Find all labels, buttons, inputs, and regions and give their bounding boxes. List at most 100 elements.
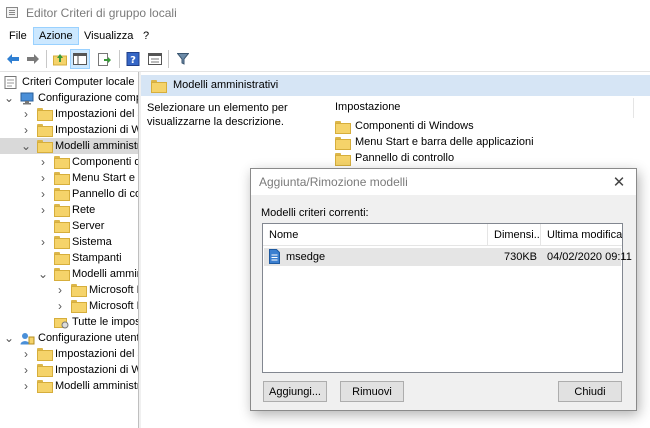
close-button[interactable]: Chiudi (558, 381, 622, 402)
tree-item[interactable]: › Menu Start e barra delle applicazioni (0, 170, 138, 186)
settings-folder-icon (54, 316, 69, 329)
folder-icon (54, 188, 70, 201)
title-bar: Editor Criteri di gruppo locali (0, 0, 650, 26)
tree-item[interactable]: › Componenti di Windows (0, 154, 138, 170)
folder-icon (54, 204, 70, 217)
tree-item[interactable]: Tutte le impostazioni (0, 314, 138, 330)
close-icon[interactable]: ✕ (608, 171, 630, 193)
chevron-right-icon[interactable]: › (55, 298, 65, 314)
tree-item-label: Modelli amministrativi (55, 380, 138, 392)
tree-item[interactable]: › Rete (0, 202, 138, 218)
svg-text:?: ? (130, 55, 136, 66)
folder-icon (335, 121, 351, 134)
tree-item-label: Pannello di controllo (72, 188, 138, 200)
tree-item-label: Impostazioni di Windows (55, 124, 138, 136)
folder-icon (54, 268, 70, 281)
tree-item-label: Impostazioni del software (55, 108, 138, 120)
policy-icon (4, 76, 18, 89)
tree-item[interactable]: ⌄ Configurazione computer (0, 90, 138, 106)
tree-item-label: Server (72, 220, 105, 232)
show-hide-tree-icon[interactable] (70, 49, 90, 69)
window-title: Editor Criteri di gruppo locali (26, 6, 177, 20)
setting-item-label: Pannello di controllo (355, 152, 455, 164)
chevron-right-icon[interactable]: › (21, 362, 31, 378)
folder-icon (54, 236, 70, 249)
table-row[interactable]: msedge 730KB 04/02/2020 09:11 (264, 248, 632, 266)
column-header-name[interactable]: Nome (263, 224, 488, 246)
toolbar-separator (46, 50, 47, 68)
user-icon (20, 332, 35, 345)
chevron-right-icon[interactable]: › (38, 170, 48, 186)
folder-icon (54, 220, 70, 233)
column-header-setting[interactable]: Impostazione (335, 101, 400, 113)
chevron-right-icon[interactable]: › (21, 106, 31, 122)
tree-item[interactable]: Stampanti (0, 250, 138, 266)
chevron-right-icon[interactable]: › (38, 154, 48, 170)
chevron-right-icon[interactable]: › (55, 282, 65, 298)
menu-help[interactable]: ? (138, 27, 154, 45)
chevron-right-icon[interactable]: › (38, 186, 48, 202)
tree-item-label: Componenti di Windows (72, 156, 138, 168)
folder-icon (71, 284, 87, 297)
tree-item[interactable]: ⌄ Modelli amministrativi (0, 266, 138, 282)
folder-icon (335, 153, 351, 166)
tree-item[interactable]: › Modelli amministrativi (0, 378, 138, 394)
chevron-right-icon[interactable]: › (21, 378, 31, 394)
setting-item-label: Menu Start e barra delle applicazioni (355, 136, 534, 148)
chevron-down-icon[interactable]: ⌄ (21, 138, 31, 154)
toolbar-separator (119, 50, 120, 68)
tree-item[interactable]: › Pannello di controllo (0, 186, 138, 202)
forward-icon[interactable] (23, 49, 43, 69)
chevron-right-icon[interactable]: › (38, 202, 48, 218)
chevron-down-icon[interactable]: ⌄ (4, 90, 14, 106)
folder-icon (151, 80, 167, 93)
tree-item-label: Impostazioni di Windows (55, 364, 138, 376)
chevron-right-icon[interactable]: › (38, 234, 48, 250)
menu-azione[interactable]: Azione (33, 27, 79, 45)
folder-icon (54, 252, 70, 265)
tree-item-label: Sistema (72, 236, 112, 248)
tree-item[interactable]: › Microsoft Edge (0, 282, 138, 298)
column-header-size[interactable]: Dimensi... (488, 224, 541, 246)
filter-icon[interactable] (173, 49, 193, 69)
remove-button[interactable]: Rimuovi (340, 381, 404, 402)
folder-icon (37, 348, 53, 361)
chevron-down-icon[interactable]: ⌄ (38, 266, 48, 282)
folder-icon (37, 140, 53, 153)
folder-icon (71, 300, 87, 313)
adm-file-icon (269, 249, 280, 264)
tree-item[interactable]: › Impostazioni del software (0, 346, 138, 362)
tree-item-label: Configurazione utente (38, 332, 138, 344)
templates-list[interactable]: Nome Dimensi... Ultima modifica msedge 7… (262, 223, 632, 373)
properties-icon[interactable] (145, 49, 165, 69)
up-folder-icon[interactable] (50, 49, 70, 69)
description-text: Selezionare un elemento per visualizzarn… (147, 102, 288, 128)
help-icon[interactable]: ? (123, 49, 143, 69)
tree-item[interactable]: ⌄ Modelli amministrativi (0, 138, 138, 154)
chevron-right-icon[interactable]: › (21, 346, 31, 362)
row-modified: 04/02/2020 09:11 (547, 251, 632, 263)
toolbar-separator (168, 50, 169, 68)
menu-file[interactable]: File (4, 27, 32, 45)
menu-visualizza[interactable]: Visualizza (79, 27, 138, 45)
back-icon[interactable] (3, 49, 23, 69)
export-list-icon[interactable] (95, 49, 115, 69)
tree-item[interactable]: › Sistema (0, 234, 138, 250)
tree-item[interactable]: › Impostazioni del software (0, 106, 138, 122)
tree-item[interactable]: Server (0, 218, 138, 234)
tree-item[interactable]: › Microsoft Edge (0, 298, 138, 314)
row-size: 730KB (503, 251, 537, 263)
tree-item[interactable]: › Impostazioni di Windows (0, 122, 138, 138)
dialog-title-bar: Aggiunta/Rimozione modelli ✕ (251, 169, 636, 195)
tree-item[interactable]: › Impostazioni di Windows (0, 362, 138, 378)
chevron-right-icon[interactable]: › (21, 122, 31, 138)
folder-icon (54, 156, 70, 169)
column-header-modified[interactable]: Ultima modifica (541, 224, 622, 246)
tree-item[interactable]: Criteri Computer locale (0, 74, 138, 90)
tree-item-label: Menu Start e barra delle applicazioni (72, 172, 138, 184)
add-button[interactable]: Aggiungi... (263, 381, 327, 402)
tree-item-label: Impostazioni del software (55, 348, 138, 360)
tree-item[interactable]: ⌄ Configurazione utente (0, 330, 138, 346)
chevron-down-icon[interactable]: ⌄ (4, 330, 14, 346)
folder-icon (37, 124, 53, 137)
